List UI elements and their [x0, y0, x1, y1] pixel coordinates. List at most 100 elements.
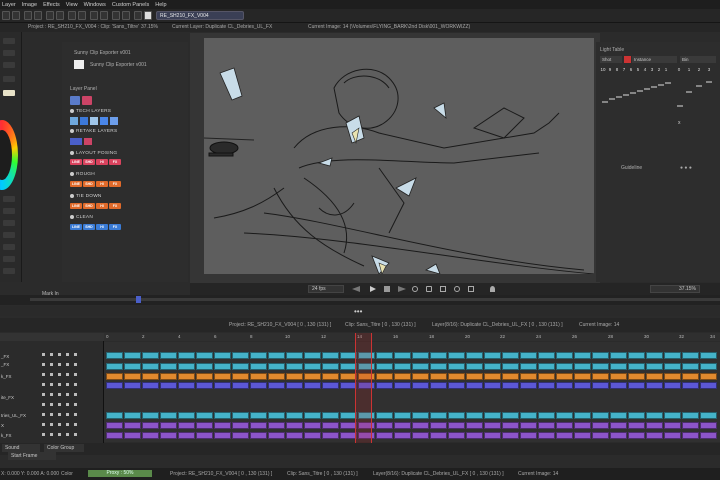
prev-frame-icon[interactable]: [352, 286, 360, 292]
playhead[interactable]: [355, 333, 372, 443]
exposure-block[interactable]: [124, 432, 141, 439]
fps-select[interactable]: 24 fps: [308, 285, 344, 293]
exposure-block[interactable]: [700, 432, 717, 439]
exposure-block[interactable]: [484, 432, 501, 439]
onion-icon[interactable]: [426, 286, 432, 292]
tool-icon[interactable]: [3, 62, 15, 68]
exposure-block[interactable]: [142, 373, 159, 380]
exposure-block[interactable]: [448, 352, 465, 359]
tool-icon[interactable]: [3, 232, 15, 238]
exposure-block[interactable]: [160, 352, 177, 359]
exposure-block[interactable]: [106, 363, 123, 370]
loop-icon[interactable]: [412, 286, 418, 292]
tab-instance[interactable]: Instance: [632, 56, 677, 63]
scrubber-track[interactable]: [30, 298, 720, 301]
exposure-block[interactable]: [286, 363, 303, 370]
exposure-block[interactable]: [376, 412, 393, 419]
exposure-block[interactable]: [394, 352, 411, 359]
exposure-block[interactable]: [322, 373, 339, 380]
exposure-block[interactable]: [610, 352, 627, 359]
tool-button[interactable]: [78, 11, 86, 20]
tool-icon[interactable]: [3, 244, 15, 250]
chip-line[interactable]: LINE: [70, 159, 82, 165]
exposure-block[interactable]: [286, 422, 303, 429]
exposure-block[interactable]: [196, 363, 213, 370]
exposure-block[interactable]: [394, 382, 411, 389]
exposure-block[interactable]: [124, 422, 141, 429]
exposure-block[interactable]: [466, 412, 483, 419]
exposure-block[interactable]: [250, 412, 267, 419]
exposure-block[interactable]: [484, 382, 501, 389]
layer-icon[interactable]: [70, 96, 80, 105]
layer-icon[interactable]: [110, 117, 118, 125]
exposure-block[interactable]: [592, 412, 609, 419]
tool-button[interactable]: [2, 11, 10, 20]
exposure-block[interactable]: [376, 363, 393, 370]
exposure-block[interactable]: [502, 422, 519, 429]
exposure-block[interactable]: [286, 373, 303, 380]
exposure-block[interactable]: [322, 422, 339, 429]
exposure-block[interactable]: [610, 432, 627, 439]
exposure-block[interactable]: [322, 352, 339, 359]
exposure-block[interactable]: [664, 422, 681, 429]
exposure-block[interactable]: [448, 363, 465, 370]
clip-exporter-button[interactable]: Sunny Clip Exporter v001: [90, 62, 147, 68]
exposure-block[interactable]: [538, 422, 555, 429]
tool-icon[interactable]: [3, 38, 15, 44]
exposure-block[interactable]: [412, 382, 429, 389]
exposure-block[interactable]: [700, 363, 717, 370]
menu-effects[interactable]: Effects: [43, 2, 60, 8]
record-icon[interactable]: [624, 56, 631, 63]
exposure-block[interactable]: [538, 373, 555, 380]
exposure-block[interactable]: [466, 352, 483, 359]
exposure-block[interactable]: [322, 432, 339, 439]
exposure-block[interactable]: [304, 412, 321, 419]
exposure-block[interactable]: [178, 422, 195, 429]
exposure-block[interactable]: [268, 363, 285, 370]
exposure-block[interactable]: [628, 382, 645, 389]
zoom-field[interactable]: 37.15%: [650, 285, 700, 293]
exposure-block[interactable]: [646, 373, 663, 380]
exposure-block[interactable]: [592, 382, 609, 389]
exposure-block[interactable]: [556, 432, 573, 439]
track-row[interactable]: [106, 412, 720, 419]
layer-icon[interactable]: [90, 117, 98, 125]
exposure-block[interactable]: [430, 422, 447, 429]
exposure-block[interactable]: [682, 382, 699, 389]
view-icon[interactable]: [468, 286, 474, 292]
exposure-block[interactable]: [538, 363, 555, 370]
exposure-block[interactable]: [682, 422, 699, 429]
tool-button[interactable]: [46, 11, 54, 20]
menu-view[interactable]: View: [66, 2, 78, 8]
tool-button[interactable]: [68, 11, 76, 20]
exposure-block[interactable]: [682, 373, 699, 380]
tool-icon[interactable]: [3, 268, 15, 274]
chip-hi[interactable]: HI: [96, 224, 108, 230]
exposure-block[interactable]: [250, 432, 267, 439]
exposure-block[interactable]: [160, 363, 177, 370]
exposure-block[interactable]: [646, 422, 663, 429]
exposure-block[interactable]: [430, 432, 447, 439]
chip-fx[interactable]: FX: [109, 224, 121, 230]
menu-help[interactable]: Help: [155, 2, 166, 8]
proxy-indicator[interactable]: Proxy : 50%: [88, 470, 152, 477]
play-icon[interactable]: [370, 286, 376, 292]
exposure-block[interactable]: [430, 373, 447, 380]
exposure-block[interactable]: [700, 373, 717, 380]
exposure-block[interactable]: [592, 373, 609, 380]
exposure-block[interactable]: [646, 412, 663, 419]
track-row[interactable]: [106, 432, 720, 439]
exposure-block[interactable]: [106, 373, 123, 380]
next-frame-icon[interactable]: [398, 286, 406, 292]
section-clean[interactable]: CLEAN: [70, 213, 93, 221]
exposure-block[interactable]: [628, 373, 645, 380]
visibility-icon[interactable]: [70, 151, 74, 155]
exposure-block[interactable]: [556, 352, 573, 359]
exposure-block[interactable]: [592, 363, 609, 370]
layer-icon[interactable]: [82, 96, 92, 105]
exposure-block[interactable]: [502, 382, 519, 389]
exposure-block[interactable]: [160, 382, 177, 389]
exposure-block[interactable]: [196, 422, 213, 429]
tool-button[interactable]: [24, 11, 32, 20]
exposure-block[interactable]: [664, 432, 681, 439]
